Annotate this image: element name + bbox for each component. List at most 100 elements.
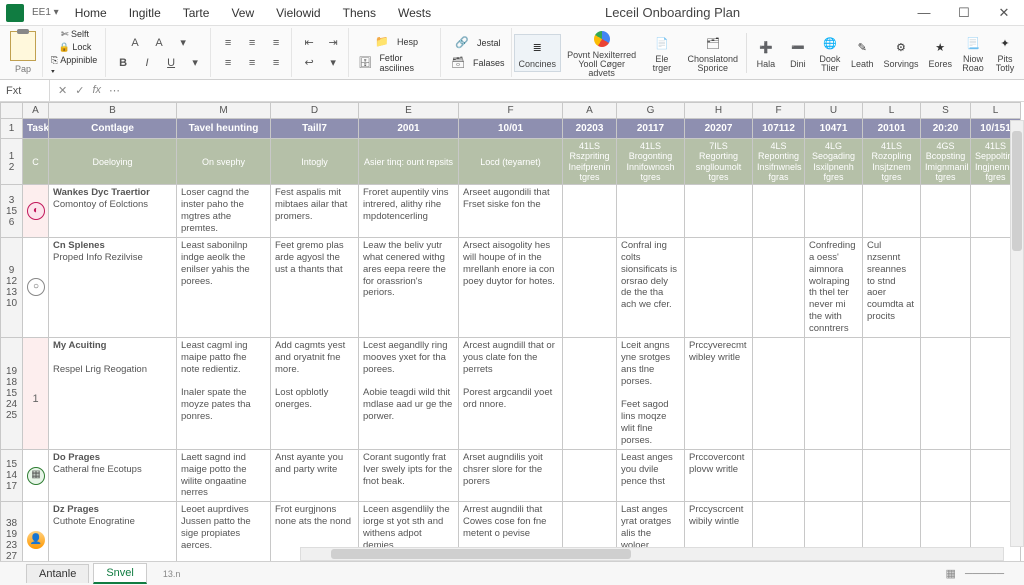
menu-bar: Home Ingitle Tarte Vew Vielowid Thens We… [65, 2, 441, 24]
font-group: A A ▾ B I U ▾ [108, 28, 211, 77]
menu-home[interactable]: Home [65, 2, 117, 24]
paste-label: Pap [15, 64, 31, 74]
eores-btn[interactable]: ★Eores [924, 35, 956, 71]
paste-icon[interactable] [10, 31, 36, 61]
appinible-btn[interactable]: ⎘ Appinible ▾ [51, 55, 99, 77]
header-row-2: 12 CDoeloyingOn svephyIntogly Asier tinq… [1, 139, 1021, 185]
h-scroll-thumb[interactable] [331, 549, 631, 559]
doc-icon: 📄 [651, 32, 673, 54]
fx-check[interactable]: ✓ [75, 84, 84, 97]
bold-btn[interactable]: B [114, 54, 132, 72]
lock-btn[interactable]: 🔒 Lock [59, 42, 92, 53]
align-bl[interactable]: ≡ [219, 54, 237, 72]
pencil-icon: ✎ [851, 37, 873, 59]
concines-icon: ≣ [526, 37, 548, 59]
underline-btn[interactable]: U [162, 54, 180, 72]
fetlor-label[interactable]: Fetlor ascilines [379, 53, 434, 73]
table-row: 9121310 ○ Cn SplenesProped Info Rezilvis… [1, 237, 1021, 337]
help-label[interactable]: Hesp [397, 37, 418, 47]
row-icon-cell: ◐ [23, 185, 49, 238]
archive-icon[interactable]: 🗄 [357, 54, 373, 72]
maximize-button[interactable]: ☐ [944, 0, 984, 26]
folder-icon[interactable]: 📁 [373, 33, 391, 51]
align-tr[interactable]: ≡ [267, 34, 285, 52]
plus-icon: ➕ [755, 37, 777, 59]
menu-wests[interactable]: Wests [388, 2, 441, 24]
align-tl[interactable]: ≡ [219, 34, 237, 52]
pits-btn[interactable]: ✦Pits Totly [990, 30, 1020, 75]
person-icon: 👤 [27, 531, 45, 549]
align-bc[interactable]: ≡ [243, 54, 261, 72]
merge-btn[interactable]: ▾ [324, 54, 342, 72]
font-a2-btn[interactable]: A [150, 34, 168, 52]
menu-vew[interactable]: Vew [221, 2, 264, 24]
minimize-button[interactable]: — [904, 0, 944, 26]
clipboard-group: ✄ Selft 🔒 Lock ⎘ Appinible ▾ [45, 28, 106, 77]
menu-tarte[interactable]: Tarte [173, 2, 220, 24]
pink-icon: ◐ [27, 202, 45, 220]
star-icon: ★ [929, 37, 951, 59]
link-icon[interactable]: 🔗 [453, 34, 471, 52]
sheet-tab[interactable]: 13.n [151, 566, 193, 582]
indent-inc[interactable]: ⇥ [324, 34, 342, 52]
gear-icon: ⚙ [890, 37, 912, 59]
dook-btn[interactable]: 🌐Dook Tlier [815, 30, 845, 75]
titlebar: EE1 ▾ Home Ingitle Tarte Vew Vielowid Th… [0, 0, 1024, 26]
cell-ref: EE1 ▾ [32, 7, 59, 18]
window-title: Leceil Onboarding Plan [441, 5, 904, 20]
spreadsheet-grid[interactable]: ABM DEF AGH FUL SL 1 Task:ContlageTavel … [0, 102, 1024, 561]
dini-btn[interactable]: ➖Dini [783, 35, 813, 71]
fx-cancel[interactable]: ✕ [58, 84, 67, 97]
horizontal-scrollbar[interactable] [300, 547, 1004, 561]
font-a-btn[interactable]: A [126, 34, 144, 52]
db-icon[interactable]: 🗃 [449, 54, 467, 72]
view-buttons[interactable]: ▦ ───── [925, 567, 1024, 580]
ribbon: Pap ✄ Selft 🔒 Lock ⎘ Appinible ▾ A A ▾ B… [0, 26, 1024, 80]
menu-thens[interactable]: Thens [333, 2, 386, 24]
chonsl-btn[interactable]: 🗂Chonslatond Sporice [683, 30, 742, 75]
green-icon: ▦ [27, 467, 45, 485]
table-row: 1918152425 1 My AcuitingRespel Lrig Reog… [1, 337, 1021, 449]
vertical-scrollbar[interactable] [1010, 120, 1024, 547]
fill-btn[interactable]: ▾ [186, 54, 204, 72]
minus-icon: ➖ [787, 37, 809, 59]
hala-btn[interactable]: ➕Hala [751, 35, 781, 71]
menu-ingitle[interactable]: Ingitle [119, 2, 171, 24]
v-scroll-thumb[interactable] [1012, 131, 1022, 251]
sheet-tab-active[interactable]: Snvel [93, 563, 147, 584]
sparkle-icon: ✦ [994, 32, 1016, 54]
quick-group: 📁 Hesp 🗄 Fetlor ascilines [351, 28, 441, 77]
app-icon [6, 4, 24, 22]
indent-dec[interactable]: ⇤ [300, 34, 318, 52]
savings-btn[interactable]: ⚙Sorvings [879, 35, 922, 71]
formula-bar: Fxt ✕ ✓ fx ⋯ [0, 80, 1024, 102]
concines-btn[interactable]: ≣ Concines [514, 34, 562, 72]
name-box[interactable]: Fxt [0, 80, 50, 101]
leath-btn[interactable]: ✎Leath [847, 35, 878, 71]
font-size-btn[interactable]: ▾ [174, 34, 192, 52]
table-row: 3156 ◐ Wankes Dyc TraertiorComontoy of E… [1, 185, 1021, 238]
table-row: 151417 ▦ Do PragesCatheral fne Ecotups L… [1, 449, 1021, 502]
niow-btn[interactable]: 📃Niow Roao [958, 30, 988, 75]
align-br[interactable]: ≡ [267, 54, 285, 72]
italic-btn[interactable]: I [138, 54, 156, 72]
align-tc[interactable]: ≡ [243, 34, 261, 52]
povnt-btn[interactable]: Povnt Nexilterred Yooll Cøger advets [563, 26, 640, 80]
falases-label[interactable]: Falases [473, 58, 505, 68]
indent-group: ⇤ ⇥ ↩ ▾ [294, 28, 349, 77]
paste-group: Pap [4, 28, 43, 77]
wrap-btn[interactable]: ↩ [300, 54, 318, 72]
cut-btn[interactable]: ✄ Selft [61, 29, 89, 40]
eletrger-btn[interactable]: 📄Ele trger [642, 30, 681, 75]
menu-vielowid[interactable]: Vielowid [266, 2, 330, 24]
close-button[interactable]: ✕ [984, 0, 1024, 26]
sheet-tabs: Antanle Snvel 13.n ▦ ───── [0, 561, 1024, 585]
layers-icon: 🗂 [702, 32, 724, 54]
page-icon: 📃 [962, 32, 984, 54]
fx-icon[interactable]: fx [92, 84, 101, 97]
fx-more[interactable]: ⋯ [109, 84, 120, 97]
sheet-tab[interactable]: Antanle [26, 564, 89, 583]
column-headers[interactable]: ABM DEF AGH FUL SL [1, 103, 1021, 119]
jestal-label[interactable]: Jestal [477, 38, 501, 48]
align-group: ≡ ≡ ≡ ≡ ≡ ≡ [213, 28, 292, 77]
